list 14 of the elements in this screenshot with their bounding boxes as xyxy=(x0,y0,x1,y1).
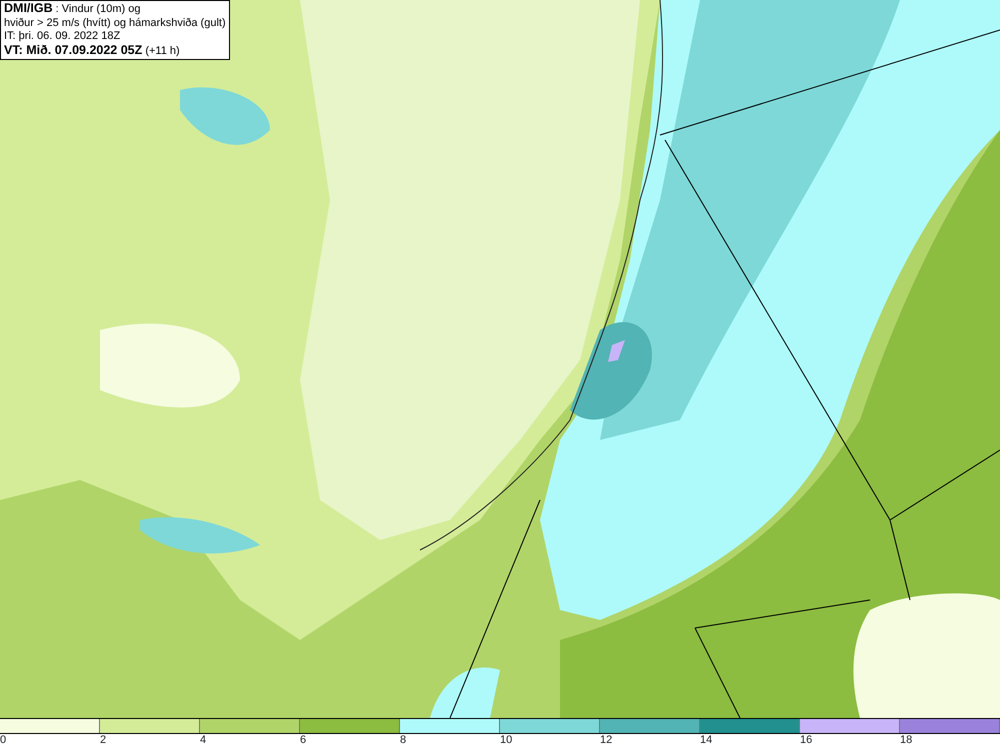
legend-tick-label: 18 xyxy=(900,734,912,746)
title-line: IT: þri. 06. 09. 2022 18Z xyxy=(4,30,122,44)
legend-tick-label: 16 xyxy=(800,734,812,746)
legend-tick-label: 6 xyxy=(300,734,306,746)
title-line: VT: Mið. 07.09.2022 05Z (+11 h) xyxy=(4,44,181,58)
legend-tick-label: 12 xyxy=(600,734,612,746)
legend-tick-label: 4 xyxy=(200,734,206,746)
legend-tick-label: 0 xyxy=(0,734,6,746)
legend-tick-label: 2 xyxy=(100,734,106,746)
legend-tick-label: 14 xyxy=(700,734,712,746)
legend-tick-label: 8 xyxy=(400,734,406,746)
title-line: hviður > 25 m/s (hvítt) og hámarkshviða (gult) xyxy=(4,16,226,30)
legend-tick-label: 10 xyxy=(500,734,512,746)
title-line: DMI/IGB : Vindur (10m) og xyxy=(4,2,142,16)
